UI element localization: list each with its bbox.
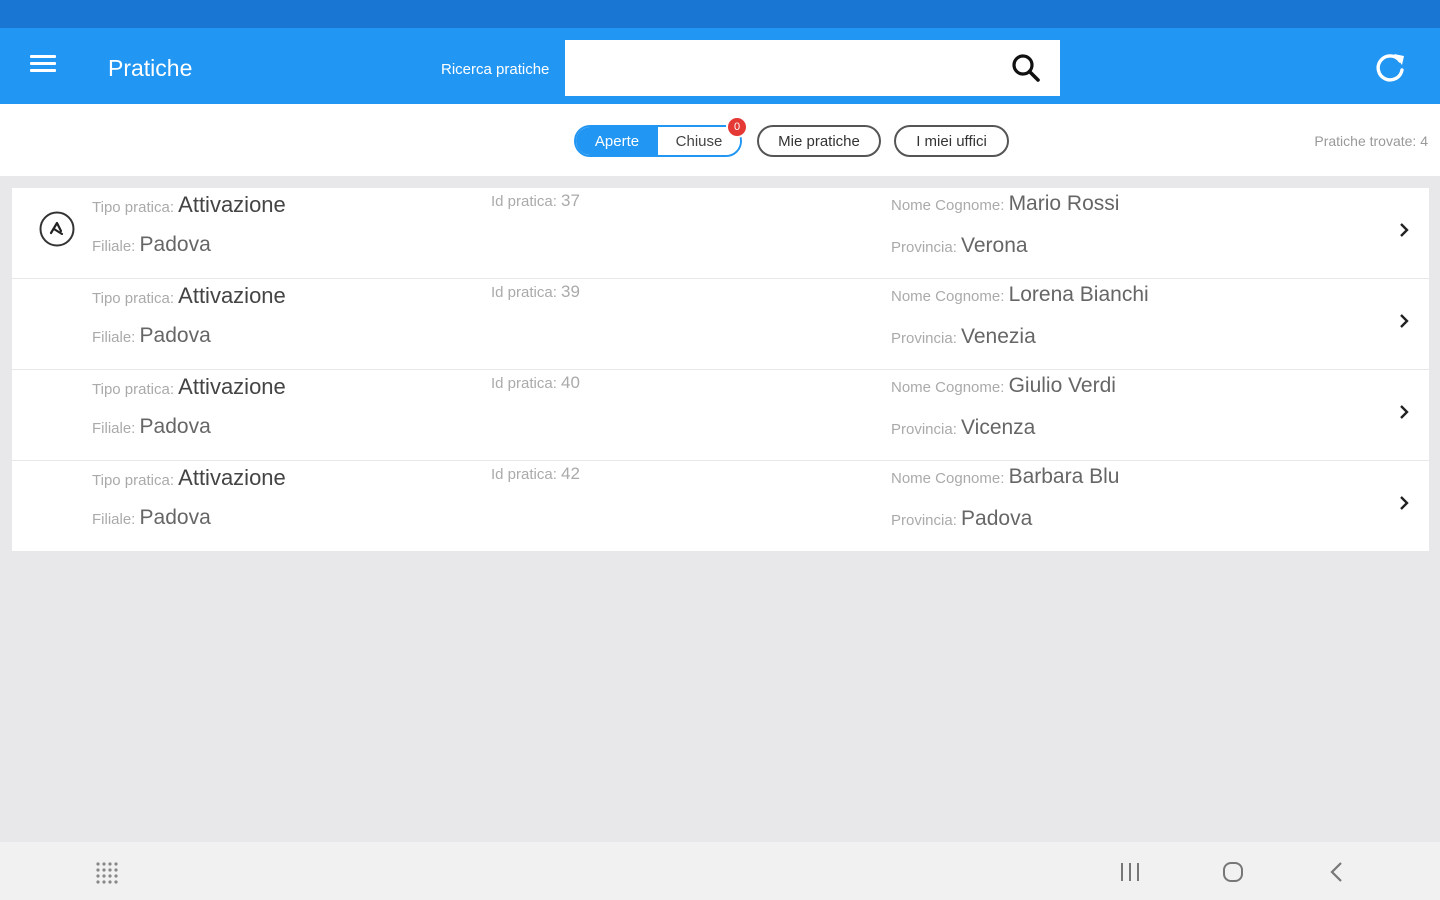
provincia-label: Provincia:	[891, 239, 957, 256]
status-bar	[0, 0, 1440, 28]
filiale-value: Padova	[139, 415, 211, 438]
tab-aperte[interactable]: Aperte	[576, 127, 658, 155]
chevron-right-icon[interactable]	[1396, 220, 1412, 240]
id-value: 37	[561, 191, 580, 210]
tipo-field: Tipo pratica: Attivazione	[92, 465, 286, 491]
chevron-right-icon[interactable]	[1396, 311, 1412, 331]
tipo-field: Tipo pratica: Attivazione	[92, 192, 286, 218]
tipo-value: Attivazione	[178, 283, 286, 308]
provincia-field: Provincia: Padova	[891, 507, 1032, 531]
nome-label: Nome Cognome:	[891, 288, 1005, 305]
mie-pratiche-chip[interactable]: Mie pratiche	[757, 125, 881, 157]
tipo-field: Tipo pratica: Attivazione	[92, 283, 286, 309]
menu-icon[interactable]	[30, 55, 56, 77]
nome-value: Lorena Bianchi	[1008, 283, 1149, 306]
search-label: Ricerca pratiche	[441, 61, 550, 78]
search-input[interactable]	[575, 48, 995, 88]
id-field: Id pratica: 37	[491, 191, 580, 211]
home-icon[interactable]	[1221, 860, 1245, 884]
list-item[interactable]: Tipo pratica: Attivazione Filiale: Padov…	[12, 188, 1429, 279]
app-bar: Pratiche Ricerca pratiche	[0, 28, 1440, 104]
filiale-label: Filiale:	[92, 511, 136, 528]
filiale-field: Filiale: Padova	[92, 415, 211, 439]
avatar-icon	[39, 211, 75, 247]
closed-count-badge: 0	[726, 116, 748, 138]
apps-grid-icon[interactable]	[95, 861, 119, 885]
filiale-field: Filiale: Padova	[92, 506, 211, 530]
status-toggle: Aperte Chiuse	[574, 125, 742, 157]
nome-field: Nome Cognome: Giulio Verdi	[891, 374, 1116, 398]
chevron-right-icon[interactable]	[1396, 402, 1412, 422]
nome-value: Mario Rossi	[1008, 192, 1120, 215]
id-label: Id pratica:	[491, 284, 557, 301]
tipo-label: Tipo pratica:	[92, 472, 174, 489]
results-count: Pratiche trovate: 4	[1314, 133, 1428, 149]
provincia-value: Verona	[961, 234, 1028, 257]
provincia-field: Provincia: Vicenza	[891, 416, 1035, 440]
provincia-value: Padova	[961, 507, 1033, 530]
nome-field: Nome Cognome: Lorena Bianchi	[891, 283, 1149, 307]
filiale-value: Padova	[139, 233, 211, 256]
nome-label: Nome Cognome:	[891, 379, 1005, 396]
refresh-icon[interactable]	[1372, 50, 1408, 86]
provincia-field: Provincia: Venezia	[891, 325, 1036, 349]
nome-field: Nome Cognome: Barbara Blu	[891, 465, 1119, 489]
filiale-value: Padova	[139, 506, 211, 529]
system-nav-bar	[0, 842, 1440, 900]
filter-bar: Aperte Chiuse 0 Mie pratiche I miei uffi…	[0, 104, 1440, 176]
provincia-label: Provincia:	[891, 512, 957, 529]
search-box	[565, 40, 1060, 96]
list-item[interactable]: Tipo pratica: Attivazione Filiale: Padov…	[12, 279, 1429, 370]
id-value: 39	[561, 282, 580, 301]
list-item[interactable]: Tipo pratica: Attivazione Filiale: Padov…	[12, 461, 1429, 551]
nome-value: Giulio Verdi	[1008, 374, 1116, 397]
tipo-value: Attivazione	[178, 465, 286, 490]
provincia-label: Provincia:	[891, 421, 957, 438]
id-label: Id pratica:	[491, 466, 557, 483]
tipo-label: Tipo pratica:	[92, 199, 174, 216]
id-value: 40	[561, 373, 580, 392]
filiale-label: Filiale:	[92, 238, 136, 255]
id-field: Id pratica: 39	[491, 282, 580, 302]
chevron-right-icon[interactable]	[1396, 493, 1412, 513]
tipo-label: Tipo pratica:	[92, 381, 174, 398]
id-field: Id pratica: 40	[491, 373, 580, 393]
id-value: 42	[561, 464, 580, 483]
nome-value: Barbara Blu	[1008, 465, 1120, 488]
nome-label: Nome Cognome:	[891, 197, 1005, 214]
filiale-label: Filiale:	[92, 329, 136, 346]
nome-field: Nome Cognome: Mario Rossi	[891, 192, 1119, 216]
id-field: Id pratica: 42	[491, 464, 580, 484]
provincia-value: Venezia	[961, 325, 1036, 348]
tipo-value: Attivazione	[178, 374, 286, 399]
id-label: Id pratica:	[491, 193, 557, 210]
filiale-field: Filiale: Padova	[92, 233, 211, 257]
provincia-label: Provincia:	[891, 330, 957, 347]
list-item[interactable]: Tipo pratica: Attivazione Filiale: Padov…	[12, 370, 1429, 461]
provincia-field: Provincia: Verona	[891, 234, 1028, 258]
miei-uffici-chip[interactable]: I miei uffici	[894, 125, 1009, 157]
search-icon[interactable]	[1010, 52, 1042, 84]
filiale-field: Filiale: Padova	[92, 324, 211, 348]
filiale-value: Padova	[139, 324, 211, 347]
filiale-label: Filiale:	[92, 420, 136, 437]
practices-list: Tipo pratica: Attivazione Filiale: Padov…	[12, 188, 1429, 551]
page-title: Pratiche	[108, 55, 193, 81]
tipo-label: Tipo pratica:	[92, 290, 174, 307]
id-label: Id pratica:	[491, 375, 557, 392]
tipo-field: Tipo pratica: Attivazione	[92, 374, 286, 400]
provincia-value: Vicenza	[961, 416, 1036, 439]
nome-label: Nome Cognome:	[891, 470, 1005, 487]
tipo-value: Attivazione	[178, 192, 286, 217]
recents-icon[interactable]	[1118, 861, 1142, 883]
back-icon[interactable]	[1326, 860, 1348, 884]
